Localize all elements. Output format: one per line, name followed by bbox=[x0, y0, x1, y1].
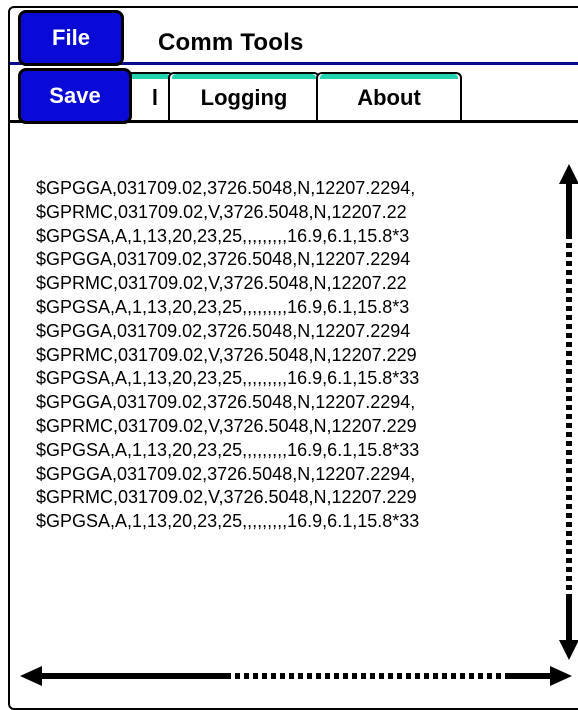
log-line: $GPRMC,031709.02,V,3726.5048,N,12207.229 bbox=[36, 487, 417, 508]
log-line: $GPGGA,031709.02,3726.5048,N,12207.2294 bbox=[36, 320, 411, 341]
log-line: $GPGSA,A,1,13,20,23,25,,,,,,,,,16.9,6.1,… bbox=[36, 225, 410, 246]
log-line: $GPRMC,031709.02,V,3726.5048,N,12207.229 bbox=[36, 344, 417, 365]
app-title: Comm Tools bbox=[158, 29, 304, 56]
log-line: $GPGGA,031709.02,3726.5048,N,12207.2294, bbox=[36, 463, 416, 484]
horizontal-scrollbar[interactable] bbox=[20, 664, 572, 688]
log-line: $GPGGA,031709.02,3726.5048,N,12207.2294, bbox=[36, 392, 416, 413]
log-line: $GPRMC,031709.02,V,3726.5048,N,12207.229 bbox=[36, 415, 417, 436]
double-arrow-vertical-icon bbox=[559, 164, 578, 660]
vertical-scrollbar[interactable] bbox=[557, 164, 578, 660]
log-line: $GPRMC,031709.02,V,3726.5048,N,12207.22 bbox=[36, 201, 407, 222]
save-button[interactable]: Save bbox=[18, 68, 132, 124]
tab-logging[interactable]: Logging bbox=[168, 72, 320, 122]
nmea-log: $GPGGA,031709.02,3726.5048,N,12207.2294,… bbox=[36, 177, 556, 534]
file-button[interactable]: File bbox=[18, 10, 124, 66]
log-line: $GPGGA,031709.02,3726.5048,N,12207.2294, bbox=[36, 178, 416, 198]
double-arrow-horizontal-icon bbox=[20, 666, 572, 686]
log-line: $GPGSA,A,1,13,20,23,25,,,,,,,,,16.9,6.1,… bbox=[36, 511, 420, 532]
log-line: $GPGSA,A,1,13,20,23,25,,,,,,,,,16.9,6.1,… bbox=[36, 296, 410, 317]
log-line: $GPGSA,A,1,13,20,23,25,,,,,,,,,16.9,6.1,… bbox=[36, 439, 420, 460]
log-line: $GPGSA,A,1,13,20,23,25,,,,,,,,,16.9,6.1,… bbox=[36, 368, 420, 389]
log-line: $GPGGA,031709.02,3726.5048,N,12207.2294 bbox=[36, 249, 411, 270]
tab-about[interactable]: About bbox=[316, 72, 462, 122]
log-line: $GPRMC,031709.02,V,3726.5048,N,12207.22 bbox=[36, 273, 407, 294]
